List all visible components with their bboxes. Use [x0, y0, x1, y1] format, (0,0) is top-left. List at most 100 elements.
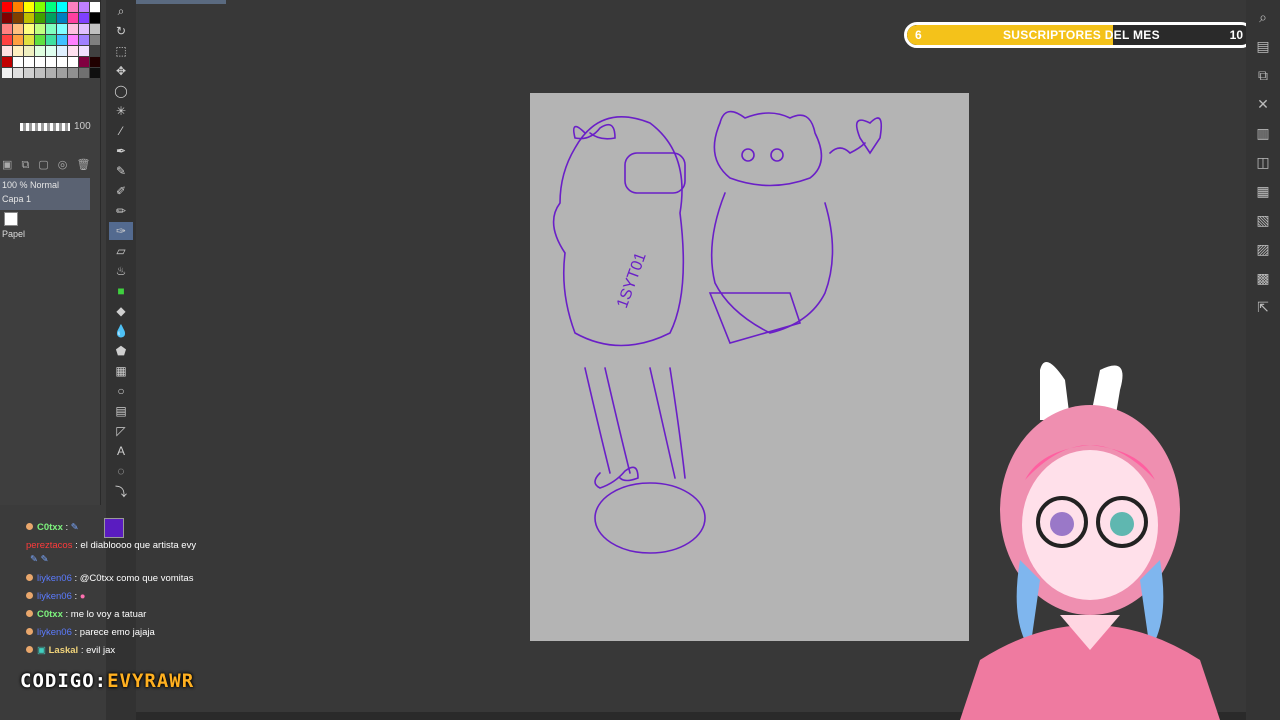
color-swatch[interactable] — [2, 57, 12, 67]
color-swatch[interactable] — [13, 57, 23, 67]
color-swatch[interactable] — [2, 24, 12, 34]
brush-size-row[interactable]: 100 — [0, 120, 100, 134]
export-icon[interactable]: ⇱ — [1252, 299, 1274, 319]
color-swatch[interactable] — [90, 24, 100, 34]
color-swatch[interactable] — [90, 57, 100, 67]
color-swatch[interactable] — [79, 24, 89, 34]
zoom-icon[interactable]: ⌕ — [109, 2, 133, 20]
brush-size-slider[interactable] — [20, 123, 70, 131]
color-swatch[interactable] — [68, 68, 78, 78]
drawing-paper[interactable]: 1SYT01 — [530, 93, 969, 641]
color-swatch[interactable] — [57, 13, 67, 23]
speech-balloon-icon[interactable]: ◌ — [109, 462, 133, 480]
paper-thumbnail[interactable] — [4, 212, 18, 226]
color-swatch[interactable] — [24, 13, 34, 23]
color-swatch[interactable] — [2, 13, 12, 23]
color-swatch[interactable] — [46, 68, 56, 78]
close-icon[interactable]: ✕ — [1252, 96, 1274, 116]
pencil-icon[interactable]: ✎ — [109, 162, 133, 180]
eyedropper-icon[interactable]: ⁄ — [109, 122, 133, 140]
color-swatch[interactable] — [35, 13, 45, 23]
decoration-icon[interactable]: ✑ — [109, 222, 133, 240]
eraser-icon[interactable]: ▱ — [109, 242, 133, 260]
color-swatch[interactable] — [57, 68, 67, 78]
color-swatch[interactable] — [79, 57, 89, 67]
color-swatch[interactable] — [57, 2, 67, 12]
color-swatch[interactable] — [57, 57, 67, 67]
color-swatch[interactable] — [35, 35, 45, 45]
layer-settings-icon[interactable]: ▥ — [1252, 125, 1274, 145]
magic-wand-icon[interactable]: ✳ — [109, 102, 133, 120]
color-swatch[interactable] — [35, 2, 45, 12]
color-swatch[interactable] — [2, 68, 12, 78]
folder-icon[interactable]: ▧ — [1252, 212, 1274, 232]
move-icon[interactable]: ✥ — [109, 62, 133, 80]
color-swatch[interactable] — [35, 68, 45, 78]
color-swatch[interactable] — [24, 2, 34, 12]
color-swatch[interactable] — [90, 46, 100, 56]
pen-icon[interactable]: ✒ — [109, 142, 133, 160]
brush-icon[interactable]: ✐ — [109, 182, 133, 200]
blend-icon[interactable]: ♨ — [109, 262, 133, 280]
color-swatch[interactable] — [46, 57, 56, 67]
color-swatch[interactable] — [24, 68, 34, 78]
current-color-swatch[interactable] — [104, 518, 124, 538]
color-swatch[interactable] — [24, 57, 34, 67]
color-swatch[interactable] — [79, 35, 89, 45]
ruler-icon[interactable]: ▦ — [109, 362, 133, 380]
color-swatch[interactable] — [79, 46, 89, 56]
search-icon[interactable]: ⌕ — [1252, 9, 1274, 29]
color-swatch[interactable] — [68, 46, 78, 56]
color-swatch[interactable] — [68, 2, 78, 12]
color-palette[interactable] — [0, 0, 100, 88]
color-swatch[interactable] — [68, 13, 78, 23]
color-swatch[interactable] — [68, 57, 78, 67]
color-swatch[interactable] — [35, 57, 45, 67]
balloon-icon[interactable]: ▤ — [109, 402, 133, 420]
text-tool-icon[interactable]: A — [109, 442, 133, 460]
property-icon[interactable]: ▨ — [1252, 241, 1274, 261]
document-tab[interactable] — [136, 0, 226, 4]
color-swatch[interactable] — [46, 13, 56, 23]
color-swatch[interactable] — [2, 35, 12, 45]
color-swatch[interactable] — [46, 2, 56, 12]
lasso-icon[interactable]: ◯ — [109, 82, 133, 100]
merge-icon[interactable]: ▦ — [1252, 183, 1274, 203]
color-swatch[interactable] — [68, 35, 78, 45]
color-swatch[interactable] — [24, 46, 34, 56]
color-swatch[interactable] — [2, 46, 12, 56]
text-icon[interactable]: ○ — [109, 382, 133, 400]
move-layer-icon[interactable]: ⬚ — [109, 42, 133, 60]
layer-item-papel[interactable]: Papel — [2, 229, 25, 239]
color-swatch[interactable] — [90, 35, 100, 45]
color-swatch[interactable] — [57, 24, 67, 34]
figure-icon[interactable]: 💧 — [109, 322, 133, 340]
color-swatch[interactable] — [24, 24, 34, 34]
copy-icon[interactable]: ⧉ — [1252, 67, 1274, 87]
history-icon[interactable]: ▩ — [1252, 270, 1274, 290]
color-swatch[interactable] — [46, 46, 56, 56]
color-swatch[interactable] — [13, 46, 23, 56]
fill-icon[interactable]: ■ — [109, 282, 133, 300]
color-swatch[interactable] — [35, 46, 45, 56]
color-swatch[interactable] — [13, 13, 23, 23]
color-swatch[interactable] — [90, 2, 100, 12]
color-swatch[interactable] — [79, 68, 89, 78]
color-swatch[interactable] — [68, 24, 78, 34]
correct-line-icon[interactable]: ◸ — [109, 422, 133, 440]
color-swatch[interactable] — [46, 24, 56, 34]
color-swatch[interactable] — [13, 35, 23, 45]
color-swatch[interactable] — [90, 68, 100, 78]
color-swatch[interactable] — [57, 46, 67, 56]
layer-mask-icon[interactable]: ◫ — [1252, 154, 1274, 174]
frame-icon[interactable]: ⬟ — [109, 342, 133, 360]
gradient-icon[interactable]: ◆ — [109, 302, 133, 320]
layer-tool-icons[interactable]: ▣ ⧉ ▢ ◎ 🗑 — [2, 158, 93, 172]
color-swatch[interactable] — [79, 13, 89, 23]
color-swatch[interactable] — [90, 13, 100, 23]
layer-list[interactable]: 100 % Normal Capa 1 — [0, 178, 90, 210]
color-swatch[interactable] — [2, 2, 12, 12]
color-swatch[interactable] — [57, 35, 67, 45]
layer-icon[interactable]: ▤ — [1252, 38, 1274, 58]
color-swatch[interactable] — [13, 68, 23, 78]
